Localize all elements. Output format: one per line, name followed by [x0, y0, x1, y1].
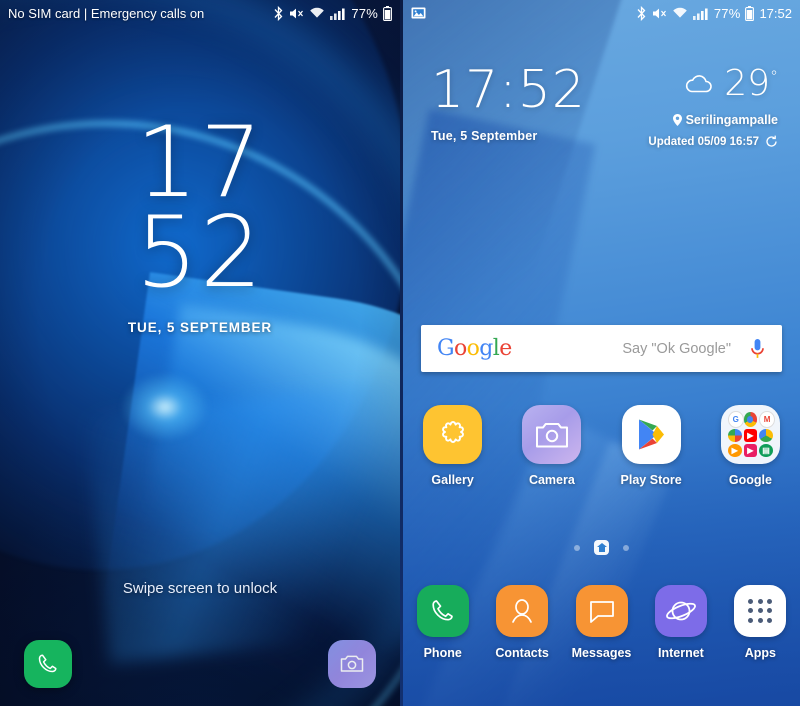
page-indicator[interactable]: [403, 540, 800, 555]
lock-clock-minutes: 52: [135, 196, 265, 311]
status-bar-clock: 17:52: [759, 5, 792, 21]
mute-icon: [652, 6, 667, 21]
play-movies-icon: ▶: [743, 444, 758, 457]
carrier-label: No SIM card | Emergency calls on: [8, 5, 205, 21]
app-label: Camera: [528, 473, 575, 487]
bluetooth-icon: [273, 5, 284, 21]
wifi-icon: [309, 6, 325, 20]
unlock-hint-label: Swipe screen to unlock: [122, 580, 278, 597]
lock-clock-hours: 17: [135, 106, 265, 220]
image-gallery-notification-icon: [411, 6, 426, 20]
lock-date-label: TUE, 5 SEPTEMBER: [127, 320, 273, 336]
cloud-icon: [683, 73, 715, 95]
lock-clock-widget: 17 52 TUE, 5 SEPTEMBER: [0, 106, 400, 336]
google-logo-letter-3: g: [479, 336, 493, 361]
dock-label: Messages: [571, 646, 632, 660]
google-search-bar[interactable]: Google Say "Ok Google": [421, 325, 782, 372]
camera-icon: [522, 405, 582, 464]
bluetooth-icon: [636, 5, 647, 21]
photos-icon: [727, 429, 742, 442]
app-item-play-store[interactable]: Play Store: [602, 405, 701, 487]
dock-item-apps[interactable]: Apps: [721, 585, 800, 660]
battery-percent-label: 77%: [713, 5, 741, 21]
google-logo-letter-1: o: [453, 336, 467, 361]
duo-icon: ▤: [759, 444, 773, 457]
app-grid-row-1: Gallery Camera Play Store G M ▶ ▶ ▶ ▤ Go…: [403, 405, 800, 487]
phone-icon: [35, 651, 61, 677]
dock-label: Contacts: [495, 646, 549, 660]
lock-camera-shortcut[interactable]: [328, 640, 376, 688]
lock-phone-shortcut[interactable]: [24, 640, 72, 688]
page-dot-3[interactable]: [623, 544, 629, 551]
app-label: Gallery: [431, 473, 474, 487]
signal-icon: [692, 6, 709, 20]
google-logo-letter-2: o: [466, 336, 480, 361]
play-store-icon: [621, 405, 681, 464]
home-icon[interactable]: [594, 540, 609, 555]
home-screen-panel: 77% 17:52 17:52 Tue, 5 September 29° Ser…: [403, 0, 800, 706]
internet-icon: [654, 585, 707, 637]
google-logo-letter-5: e: [499, 336, 512, 361]
location-pin-icon: [672, 114, 682, 126]
refresh-icon[interactable]: [765, 135, 778, 148]
dock-label: Phone: [423, 646, 462, 660]
app-item-gallery[interactable]: Gallery: [403, 405, 502, 487]
gallery-icon: [423, 405, 483, 464]
weather-updated-label: Updated 05/09 16:57: [648, 135, 759, 148]
signal-icon: [330, 6, 346, 20]
drive-icon: [759, 429, 773, 442]
page-dot-1[interactable]: [574, 544, 580, 551]
contacts-icon: [496, 585, 549, 637]
google-logo: Google: [437, 336, 512, 361]
dock-label: Internet: [658, 646, 704, 660]
app-item-camera[interactable]: Camera: [502, 405, 601, 487]
panel-divider: [400, 0, 403, 706]
app-label: Google: [728, 473, 772, 487]
play-music-icon: ▶: [727, 444, 742, 457]
dock-item-internet[interactable]: Internet: [641, 585, 720, 660]
google-logo-letter-0: G: [437, 336, 455, 361]
gmail-icon: M: [759, 411, 775, 428]
google-search-icon: G: [727, 411, 744, 428]
wifi-icon: [672, 6, 688, 20]
dock-item-phone[interactable]: Phone: [403, 585, 482, 660]
home-status-bar: 77% 17:52: [403, 0, 800, 26]
weather-widget[interactable]: 29° Serilingampalle Updated 05/09 16:57: [648, 66, 778, 148]
weather-location-label: Serilingampalle: [685, 113, 778, 127]
battery-icon: [383, 5, 392, 21]
battery-percent-label: 77%: [351, 5, 378, 21]
weather-temperature: 29°: [724, 63, 778, 104]
home-clock-time: 17:52: [431, 60, 586, 120]
battery-icon: [745, 5, 755, 21]
lock-screen-panel: No SIM card | Emergency calls on 77% 17 …: [0, 0, 400, 706]
dock-item-contacts[interactable]: Contacts: [482, 585, 561, 660]
phone-icon: [416, 585, 469, 637]
home-clock-date: Tue, 5 September: [431, 129, 538, 143]
dock-item-messages[interactable]: Messages: [562, 585, 641, 660]
mute-icon: [289, 6, 304, 21]
home-clock-widget[interactable]: 17:52 Tue, 5 September: [431, 64, 586, 143]
camera-icon: [339, 652, 365, 676]
google-folder-icon: G M ▶ ▶ ▶ ▤: [720, 405, 780, 464]
app-item-google-folder[interactable]: G M ▶ ▶ ▶ ▤ Google: [701, 405, 800, 487]
microphone-icon[interactable]: [749, 338, 766, 360]
weather-updated: Updated 05/09 16:57: [648, 135, 778, 148]
dock-label: Apps: [744, 646, 776, 660]
apps-grid-icon: [734, 585, 787, 637]
dual-screenshot-composite: No SIM card | Emergency calls on 77% 17 …: [0, 0, 800, 706]
lock-status-bar: No SIM card | Emergency calls on 77%: [0, 0, 400, 26]
youtube-icon: ▶: [743, 429, 758, 442]
chrome-icon: [743, 412, 758, 427]
dock-bar: Phone Contacts Messages Internet Apps: [403, 585, 800, 660]
search-placeholder-label: Say "Ok Google": [622, 340, 731, 357]
weather-location: Serilingampalle: [648, 113, 778, 127]
app-label: Play Store: [620, 473, 682, 487]
messages-icon: [575, 585, 628, 637]
